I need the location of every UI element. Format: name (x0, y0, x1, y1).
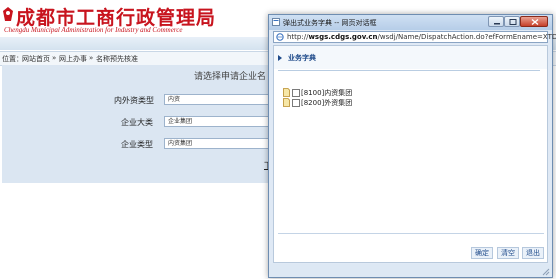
enterprise-category-select[interactable]: 企业集团 (164, 116, 284, 127)
dialog-title: 弹出式业务字典 -- 网页对话框 (283, 19, 377, 27)
document-icon (283, 88, 290, 97)
breadcrumb-current: 名称预先核准 (96, 55, 138, 63)
confirm-button[interactable]: 确定 (471, 247, 493, 259)
ie-page-icon (276, 33, 284, 41)
maximize-icon (509, 19, 517, 25)
address-url-prefix: http:// (287, 33, 309, 41)
document-icon (283, 98, 290, 107)
domestic-foreign-type-select[interactable]: 内资 (164, 94, 284, 105)
dialog-titlebar[interactable]: 弹出式业务字典 -- 网页对话框 (269, 15, 552, 30)
section-header: 业务字典 (274, 46, 547, 69)
ie-page-icon (272, 18, 280, 26)
address-bar: http://wsgs.cdgs.gov.cn/wsdj/Name/Dispat… (273, 31, 556, 43)
breadcrumb-separator: » (52, 54, 57, 62)
address-url-domain: wsgs.cdgs.gov.cn (308, 33, 378, 41)
item-label: [8200]外资集团 (301, 99, 353, 107)
breadcrumb-home[interactable]: 网站首页 (22, 54, 50, 64)
domestic-foreign-type-label: 内外资类型 (114, 96, 154, 105)
minimize-button[interactable] (488, 16, 504, 27)
breadcrumb-online-services[interactable]: 网上办事 (59, 54, 87, 64)
form-heading: 请选择申请企业名 (194, 72, 267, 82)
site-logo-subtitle: Chengdu Municipal Administration for Ind… (4, 26, 183, 34)
minimize-icon (494, 23, 500, 25)
emblem-icon (3, 7, 13, 21)
dialog-content: 业务字典 [8100]内资集团 [8200]外资集团 确定 清空 退出 (273, 45, 548, 263)
clear-button[interactable]: 清空 (497, 247, 519, 259)
business-dictionary-dialog: 弹出式业务字典 -- 网页对话框 http://wsgs.cdgs.gov.cn… (268, 14, 556, 278)
resize-grip-icon[interactable] (541, 267, 550, 276)
section-title: 业务字典 (288, 54, 316, 62)
item-label: [8100]内资集团 (301, 89, 353, 97)
address-url: http://wsgs.cdgs.gov.cn/wsdj/Name/Dispat… (287, 33, 556, 41)
status-bar (269, 264, 552, 277)
triangle-icon (278, 55, 282, 61)
divider (278, 233, 544, 234)
enterprise-type-label: 企业类型 (121, 140, 153, 149)
exit-button[interactable]: 退出 (522, 247, 544, 259)
name-approval-form: 请选择申请企业名 内外资类型 内资 企业大类 企业集团 企业类型 内资集团 下 (2, 65, 284, 183)
item-checkbox[interactable] (292, 99, 300, 107)
item-checkbox[interactable] (292, 89, 300, 97)
close-icon (531, 18, 539, 26)
close-button[interactable] (520, 16, 548, 27)
divider (278, 70, 540, 71)
enterprise-category-label: 企业大类 (121, 118, 153, 127)
enterprise-type-select[interactable]: 内资集团 (164, 138, 284, 149)
breadcrumb-separator: » (89, 54, 94, 62)
maximize-button[interactable] (504, 16, 520, 27)
address-url-path: /wsdj/Name/DispatchAction.do?efFormEname… (377, 33, 556, 41)
breadcrumb-prefix: 位置： (2, 55, 23, 63)
